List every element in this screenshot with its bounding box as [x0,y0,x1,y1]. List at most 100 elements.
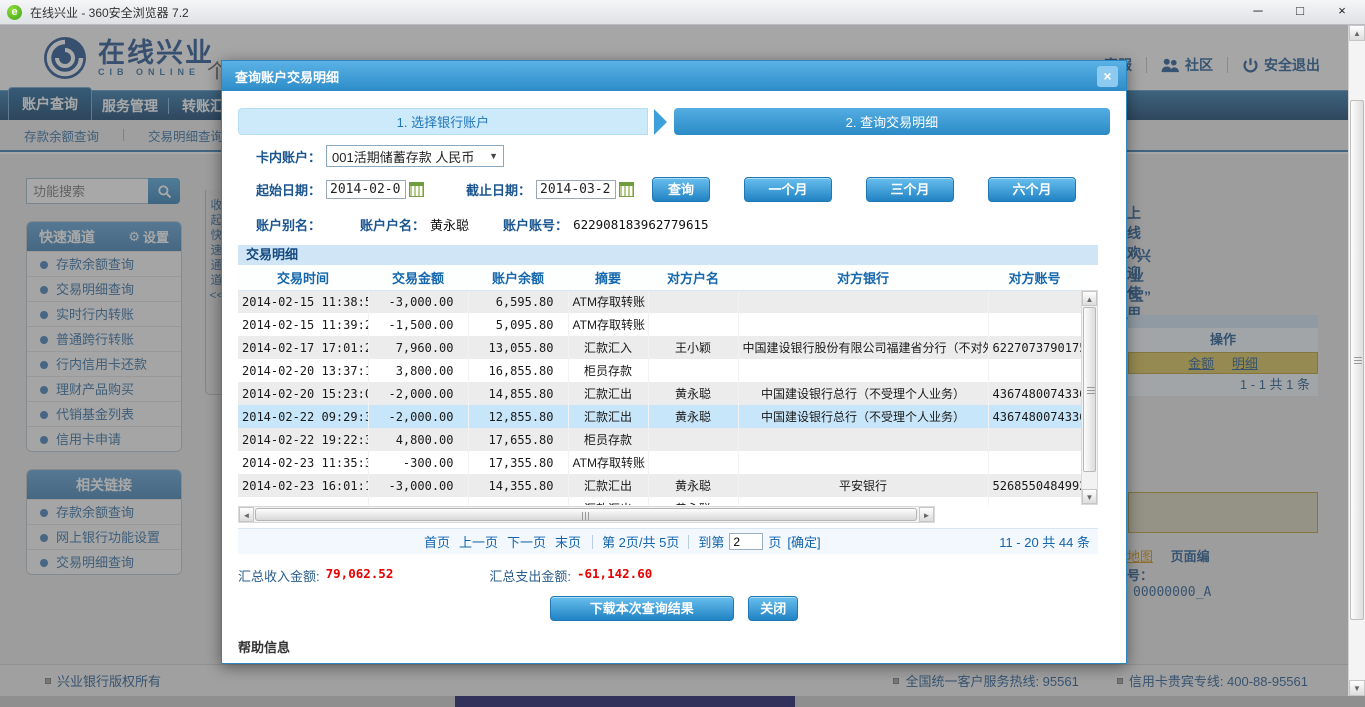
table-row[interactable]: 2014-02-15 11:38:51-3,000.006,595.80ATM存… [238,290,1081,313]
one-month-button[interactable]: 一个月 [744,177,832,202]
calendar-icon[interactable] [619,182,634,197]
account-select[interactable]: 001活期储蓄存款 人民币 ▼ [326,145,504,167]
table-vertical-scrollbar[interactable]: ▲ ▼ [1081,290,1098,505]
cell-summary: 汇款汇入 [568,336,648,359]
table-row[interactable]: 2014-02-22 19:22:344,800.0017,655.80柜员存款 [238,428,1081,451]
prev-page-link[interactable]: 上一页 [459,532,498,551]
cell-time [238,497,368,505]
window-title: 在线兴业 - 360安全浏览器 7.2 [30,4,189,21]
scroll-up-icon[interactable]: ▲ [1349,25,1365,41]
column-header: 对方账号 [988,265,1081,290]
cell-balance: 16,855.80 [468,359,568,382]
close-window-button[interactable]: × [1323,2,1361,22]
cell-amount: 3,800.00 [368,359,468,382]
table-section-title: 交易明细 [238,245,1098,265]
first-page-link[interactable]: 首页 [424,532,450,551]
cell-bank: 中国建设银行总行（不受理个人业务） [738,405,988,428]
cell-summary: 汇款汇出 [568,474,648,497]
cell-summary: ATM存取转账 [568,313,648,336]
cell-account [988,497,1081,505]
cell-account: 43674800743365 [988,405,1081,428]
cell-amount: -3,000.00 [368,474,468,497]
table-header-row: 交易时间交易金额账户余额摘要对方户名对方银行对方账号 [238,265,1081,290]
scroll-down-icon[interactable]: ▼ [1082,489,1097,504]
chevron-down-icon: ▼ [489,151,498,161]
cell-amount: -300.00 [368,451,468,474]
minimize-button[interactable]: ─ [1239,2,1277,22]
cell-balance: 14,355.80 [468,474,568,497]
query-button[interactable]: 查询 [652,177,710,202]
calendar-icon[interactable] [409,182,424,197]
goto-page-suffix: 页 [768,532,781,551]
close-dialog-button[interactable]: 关闭 [748,596,798,621]
cell-time: 2014-02-17 17:01:28 [238,336,368,359]
thumb-grip-icon [582,512,591,520]
cell-time: 2014-02-22 19:22:34 [238,428,368,451]
divider [688,535,689,549]
cell-bank: 中国建设银行股份有限公司福建省分行（不对外） [738,336,988,359]
goto-page-label: 到第 [698,532,724,551]
table-row[interactable]: 2014-02-23 16:01:15-3,000.0014,355.80汇款汇… [238,474,1081,497]
table-row[interactable]: 2014-02-20 13:37:193,800.0016,855.80柜员存款 [238,359,1081,382]
table-row[interactable]: 2014-02-20 15:23:05-2,000.0014,855.80汇款汇… [238,382,1081,405]
transaction-table: 交易时间交易金额账户余额摘要对方户名对方银行对方账号 2014-02-15 11… [238,265,1098,505]
cell-summary: ATM存取转账 [568,290,648,313]
cell-bank: 平安银行 [738,474,988,497]
start-date-input[interactable] [326,180,406,199]
cell-name [648,359,738,382]
transaction-detail-dialog: 查询账户交易明细 × 1. 选择银行账户 2. 查询交易明细 卡内账户： 001… [221,60,1127,664]
table-row[interactable]: 2014-02-22 09:29:34-2,000.0012,855.80汇款汇… [238,405,1081,428]
cell-name [648,428,738,451]
goto-confirm-link[interactable]: [确定] [787,532,820,551]
last-page-link[interactable]: 末页 [555,532,581,551]
three-month-button[interactable]: 三个月 [866,177,954,202]
cell-balance: 5,095.80 [468,313,568,336]
thumb-grip-icon [1354,357,1362,364]
income-total-label: 汇总收入金额: [238,566,320,585]
cell-bank [738,451,988,474]
maximize-button[interactable]: □ [1281,2,1319,22]
cell-balance: 13,055.80 [468,336,568,359]
cell-name [648,451,738,474]
record-range-info: 11 - 20 共 44 条 [999,532,1098,551]
cell-bank [738,428,988,451]
scroll-right-icon[interactable]: ► [919,507,934,522]
taskbar-segment [455,696,795,707]
end-date-label: 截止日期： [466,180,531,199]
table-row[interactable]: 汇款汇出黄永聪 [238,497,1081,505]
cell-amount: -3,000.00 [368,290,468,313]
six-month-button[interactable]: 六个月 [988,177,1076,202]
scroll-down-icon[interactable]: ▼ [1349,680,1365,696]
column-header: 对方银行 [738,265,988,290]
pagination-bar: 首页 上一页 下一页 末页 第 2页/共 5页 到第 页 [确定] 11 - 2… [238,528,1098,554]
table-row[interactable]: 2014-02-15 11:39:24-1,500.005,095.80ATM存… [238,313,1081,336]
account-number-label: 账户账号： [503,215,568,234]
end-date-input[interactable] [536,180,616,199]
expense-total-label: 汇总支出金额: [489,566,571,585]
cell-bank: 中国建设银行总行（不受理个人业务） [738,382,988,405]
table-row[interactable]: 2014-02-17 17:01:287,960.0013,055.80汇款汇入… [238,336,1081,359]
browser-scrollbar[interactable]: ▲ ▼ [1348,25,1365,696]
browser-titlebar: e 在线兴业 - 360安全浏览器 7.2 ─ □ × [0,0,1365,25]
cell-name [648,313,738,336]
cell-name: 黄永聪 [648,474,738,497]
account-select-value: 001活期储蓄存款 人民币 [332,147,474,166]
scrollbar-thumb[interactable] [1083,307,1096,472]
close-icon[interactable]: × [1097,66,1118,87]
scrollbar-thumb[interactable] [255,508,917,521]
cell-balance: 14,855.80 [468,382,568,405]
cell-balance: 6,595.80 [468,290,568,313]
cell-account [988,359,1081,382]
table-row[interactable]: 2014-02-23 11:35:31-300.0017,355.80ATM存取… [238,451,1081,474]
download-results-button[interactable]: 下载本次查询结果 [550,596,734,621]
scrollbar-thumb[interactable] [1350,100,1364,620]
cell-amount: 4,800.00 [368,428,468,451]
cell-amount: -2,000.00 [368,405,468,428]
cell-balance: 17,655.80 [468,428,568,451]
scroll-up-icon[interactable]: ▲ [1082,291,1097,306]
next-page-link[interactable]: 下一页 [507,532,546,551]
table-horizontal-scrollbar[interactable]: ◄ ► [238,506,935,523]
goto-page-input[interactable] [729,533,763,550]
cell-account [988,290,1081,313]
scroll-left-icon[interactable]: ◄ [239,507,254,522]
